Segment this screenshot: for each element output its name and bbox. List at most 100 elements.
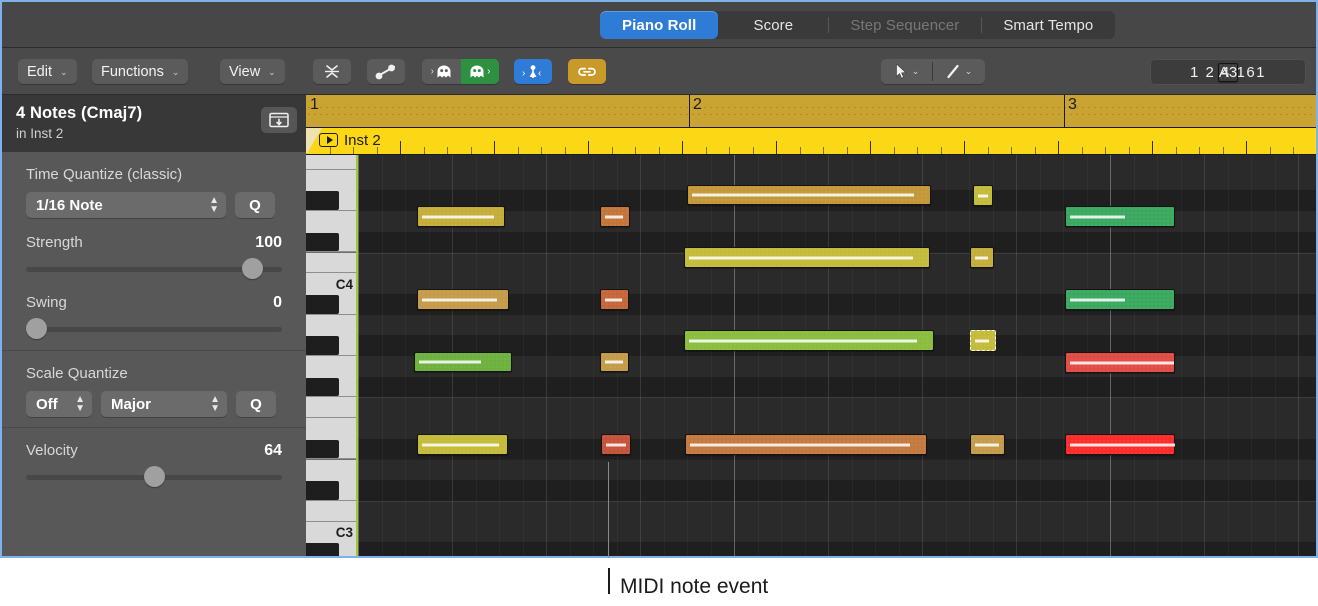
region-tick: [494, 141, 495, 154]
piano-keyboard[interactable]: C4 C3: [306, 155, 358, 556]
piano-black-key[interactable]: [306, 481, 339, 500]
scale-quantize-q-button[interactable]: Q: [236, 391, 276, 417]
midi-note-event[interactable]: [1065, 434, 1175, 455]
midi-note-event[interactable]: [970, 330, 996, 351]
region-tick: [541, 147, 542, 154]
piano-white-key[interactable]: [306, 155, 358, 170]
note-velocity-line: [975, 256, 988, 259]
detach-window-button[interactable]: [261, 107, 297, 133]
piano-white-key[interactable]: [306, 500, 358, 522]
time-quantize-label: Time Quantize (classic): [26, 166, 183, 183]
midi-note-event[interactable]: [1065, 206, 1175, 227]
grid-sub-line: [405, 155, 406, 556]
midi-note-event[interactable]: [685, 434, 927, 455]
region-name: Inst 2: [344, 132, 381, 149]
grid-bar-line: [734, 155, 735, 556]
region-tick: [1011, 147, 1012, 154]
note-velocity-line: [419, 360, 481, 364]
piano-white-key[interactable]: [306, 397, 358, 419]
strength-slider-knob[interactable]: [242, 258, 264, 279]
midi-note-event[interactable]: [600, 206, 630, 227]
midi-note-event[interactable]: [600, 289, 629, 310]
midi-in-button[interactable]: › ‹: [514, 59, 552, 84]
grid-row[interactable]: [358, 155, 1316, 170]
ghost-notes-out-button[interactable]: ›: [422, 59, 461, 84]
left-click-tool-button[interactable]: ⌄: [881, 59, 933, 84]
region-tick: [917, 147, 918, 154]
bar-ruler[interactable]: 1 2 3: [306, 95, 1316, 128]
grid-row[interactable]: [358, 459, 1316, 481]
region-tick: [1082, 147, 1083, 154]
midi-note-event[interactable]: [417, 206, 505, 227]
tab-score[interactable]: Score: [718, 11, 828, 39]
chevron-down-icon: ⌄: [268, 67, 276, 77]
position-display[interactable]: A3 1 2 4 161: [1150, 59, 1306, 85]
piano-black-key[interactable]: [306, 191, 339, 211]
grid-row[interactable]: [358, 397, 1316, 419]
region-bar[interactable]: Inst 2: [306, 128, 1316, 155]
grid-sub-line: [1228, 155, 1229, 556]
piano-black-key[interactable]: [306, 232, 339, 252]
swing-slider-knob[interactable]: [26, 318, 47, 339]
piano-black-key[interactable]: [306, 377, 339, 397]
grid-sub-line: [711, 155, 712, 556]
time-quantize-controls: 1/16 Note ▲ ▼ Q: [26, 192, 282, 218]
tab-piano-roll[interactable]: Piano Roll: [600, 11, 719, 39]
time-quantize-popup[interactable]: 1/16 Note ▲ ▼: [26, 192, 226, 218]
grid-sub-line: [687, 155, 688, 556]
ghost-notes-in-button[interactable]: ›: [460, 59, 499, 84]
piano-white-key[interactable]: [306, 252, 358, 274]
midi-note-event[interactable]: [970, 434, 1005, 455]
grid-row[interactable]: [358, 521, 1316, 543]
midi-note-event[interactable]: [973, 185, 993, 206]
midi-note-event[interactable]: [684, 247, 930, 268]
midi-note-event[interactable]: [970, 247, 994, 268]
edit-menu-button[interactable]: Edit ⌄: [18, 59, 77, 84]
piano-roll-area: 1 2 3 Inst 2 C4 C3: [306, 95, 1316, 556]
collapse-mode-button[interactable]: [313, 59, 351, 84]
midi-note-event[interactable]: [601, 434, 631, 455]
tab-smart-tempo[interactable]: Smart Tempo: [981, 11, 1115, 39]
swing-slider[interactable]: [26, 318, 282, 340]
midi-note-event[interactable]: [417, 289, 509, 310]
piano-black-key[interactable]: [306, 294, 339, 314]
grid-sub-line: [805, 155, 806, 556]
command-click-tool-button[interactable]: ⌄: [932, 59, 985, 84]
midi-note-event[interactable]: [684, 330, 934, 351]
ghost-notes-group: › ›: [422, 59, 499, 84]
grid-sub-line: [1040, 155, 1041, 556]
velocity-tool-button[interactable]: [367, 59, 405, 84]
midi-note-event[interactable]: [1065, 289, 1175, 310]
view-menu-button[interactable]: View ⌄: [220, 59, 285, 84]
note-velocity-line: [1070, 443, 1175, 446]
scale-type-popup[interactable]: Major ▲ ▼: [101, 391, 227, 417]
scale-root-popup[interactable]: Off ▲ ▼: [26, 391, 92, 417]
piano-black-key[interactable]: [306, 543, 339, 556]
grid-row[interactable]: [358, 542, 1316, 556]
velocity-tool-icon: [375, 64, 395, 79]
time-quantize-q-button[interactable]: Q: [235, 192, 275, 218]
grid-row[interactable]: [358, 480, 1316, 501]
midi-note-event[interactable]: [414, 352, 512, 372]
velocity-slider-knob[interactable]: [143, 466, 165, 487]
note-grid[interactable]: [358, 155, 1316, 556]
velocity-slider[interactable]: [26, 466, 282, 488]
piano-roll-window: Piano Roll Score Step Sequencer Smart Te…: [0, 0, 1318, 558]
functions-menu-button[interactable]: Functions ⌄: [92, 59, 189, 84]
grid-row[interactable]: [358, 500, 1316, 522]
note-velocity-line: [689, 256, 913, 259]
strength-slider[interactable]: [26, 258, 282, 280]
editor-tab-bar: Piano Roll Score Step Sequencer Smart Te…: [2, 2, 1316, 48]
midi-note-event[interactable]: [417, 434, 508, 455]
link-button[interactable]: [568, 59, 606, 84]
note-velocity-line: [975, 443, 999, 446]
grid-beat-line: [640, 155, 641, 556]
midi-note-event[interactable]: [1065, 352, 1175, 373]
midi-note-event[interactable]: [687, 185, 931, 205]
midi-note-event[interactable]: [600, 352, 629, 372]
piano-black-key[interactable]: [306, 439, 339, 459]
tab-step-sequencer[interactable]: Step Sequencer: [828, 11, 981, 39]
region-play-icon[interactable]: [319, 133, 338, 147]
grid-row[interactable]: [358, 376, 1316, 398]
piano-black-key[interactable]: [306, 336, 339, 355]
